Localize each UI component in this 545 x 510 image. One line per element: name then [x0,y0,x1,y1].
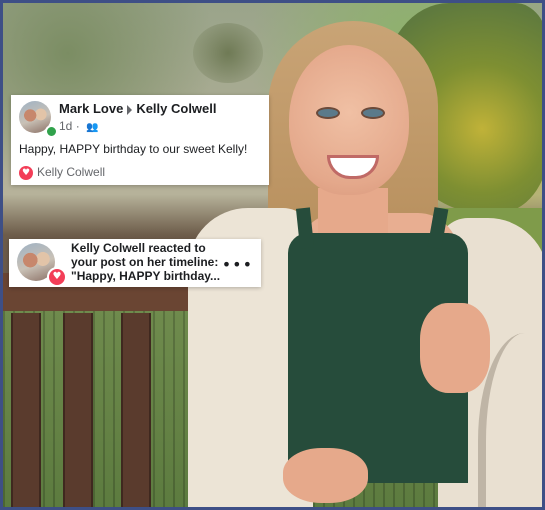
notification-text: Kelly Colwell reacted to your post on he… [71,241,231,283]
separator: · [72,119,84,133]
facebook-post-card[interactable]: Mark Love Kelly Colwell 1d · 👥 Happy, HAP… [11,95,269,185]
face [289,45,409,195]
fence-post [121,313,151,507]
smile [327,155,379,179]
hand [283,448,368,503]
post-header: Mark Love Kelly Colwell [59,101,217,116]
actor-name: Kelly Colwell [71,241,146,255]
photo-frame: Mark Love Kelly Colwell 1d · 👥 Happy, HAP… [0,0,545,510]
heart-icon: ♥ [47,267,67,287]
post-text: Happy, HAPPY birthday to our sweet Kelly… [19,142,248,156]
hand [420,303,490,393]
notification-line-2: your post on her timeline: [71,255,219,269]
notification-line-1: reacted to [145,241,206,255]
author-name-link[interactable]: Mark Love [59,101,123,116]
arrow-right-icon [127,104,133,115]
notification-line-3: "Happy, HAPPY birthday... [71,269,221,283]
fence-post [11,313,41,507]
neck [318,188,388,238]
reactor-name: Kelly Colwell [37,165,106,179]
reaction-summary[interactable]: ♥ Kelly Colwell [19,165,105,180]
reaction-notification[interactable]: ♥ Kelly Colwell reacted to your post on … [9,239,261,287]
recipient-name-link[interactable]: Kelly Colwell [136,101,216,116]
eye [361,107,385,119]
online-status-dot [45,125,58,138]
heart-icon: ♥ [19,165,33,180]
more-options-icon[interactable]: ••• [222,255,253,274]
post-timestamp[interactable]: 1d [59,119,72,133]
eye [316,107,340,119]
post-meta: 1d · 👥 [59,119,98,133]
friends-icon: 👥 [86,122,99,133]
fence-post [63,313,93,507]
